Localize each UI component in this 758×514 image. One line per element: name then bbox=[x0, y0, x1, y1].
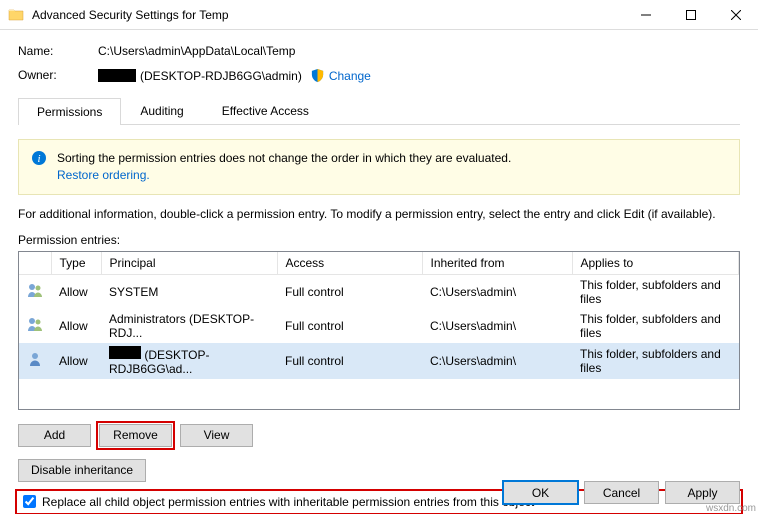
minimize-button[interactable] bbox=[623, 0, 668, 30]
tab-permissions[interactable]: Permissions bbox=[18, 98, 121, 125]
owner-value: (DESKTOP-RDJB6GG\admin) Change bbox=[98, 68, 740, 83]
col-principal[interactable]: Principal bbox=[101, 252, 277, 275]
cell-type: Allow bbox=[51, 309, 101, 343]
folder-icon bbox=[8, 7, 24, 23]
inheritance-row: Disable inheritance bbox=[18, 459, 740, 482]
table-row[interactable]: Allow (DESKTOP-RDJB6GG\ad...Full control… bbox=[19, 343, 739, 379]
cancel-button[interactable]: Cancel bbox=[584, 481, 659, 504]
owner-label: Owner: bbox=[18, 68, 98, 83]
table-buttons: Add Remove View bbox=[18, 424, 740, 447]
user-icon bbox=[27, 351, 43, 367]
table-row[interactable]: AllowAdministrators (DESKTOP-RDJ...Full … bbox=[19, 309, 739, 343]
cell-type: Allow bbox=[51, 343, 101, 379]
col-icon[interactable] bbox=[19, 252, 51, 275]
info-banner: i Sorting the permission entries does no… bbox=[18, 139, 740, 195]
col-applies[interactable]: Applies to bbox=[572, 252, 739, 275]
maximize-button[interactable] bbox=[668, 0, 713, 30]
banner-text: Sorting the permission entries does not … bbox=[57, 150, 511, 184]
replace-checkbox-label[interactable]: Replace all child object permission entr… bbox=[42, 495, 534, 509]
change-owner-link[interactable]: Change bbox=[329, 69, 371, 83]
cell-applies: This folder, subfolders and files bbox=[572, 343, 739, 379]
instruction-text: For additional information, double-click… bbox=[18, 207, 740, 221]
entries-label: Permission entries: bbox=[18, 233, 740, 247]
footer-buttons: OK Cancel Apply bbox=[503, 481, 740, 504]
owner-account: (DESKTOP-RDJB6GG\admin) bbox=[140, 69, 302, 83]
cell-type: Allow bbox=[51, 274, 101, 309]
apply-button[interactable]: Apply bbox=[665, 481, 740, 504]
permissions-table-container: Type Principal Access Inherited from App… bbox=[18, 251, 740, 410]
window-title: Advanced Security Settings for Temp bbox=[32, 8, 623, 22]
view-button[interactable]: View bbox=[180, 424, 253, 447]
replace-checkbox[interactable] bbox=[23, 495, 36, 508]
table-row[interactable]: AllowSYSTEMFull controlC:\Users\admin\Th… bbox=[19, 274, 739, 309]
permissions-table[interactable]: Type Principal Access Inherited from App… bbox=[19, 252, 739, 379]
cell-applies: This folder, subfolders and files bbox=[572, 309, 739, 343]
user-icon bbox=[27, 282, 43, 298]
cell-access: Full control bbox=[277, 309, 422, 343]
info-icon: i bbox=[31, 150, 47, 166]
cell-inherited: C:\Users\admin\ bbox=[422, 343, 572, 379]
user-icon bbox=[27, 316, 43, 332]
tab-effective-access[interactable]: Effective Access bbox=[203, 97, 328, 124]
add-button[interactable]: Add bbox=[18, 424, 91, 447]
tab-auditing[interactable]: Auditing bbox=[121, 97, 202, 124]
titlebar: Advanced Security Settings for Temp bbox=[0, 0, 758, 30]
window-controls bbox=[623, 0, 758, 30]
svg-text:i: i bbox=[37, 153, 40, 165]
remove-button[interactable]: Remove bbox=[99, 424, 172, 447]
name-label: Name: bbox=[18, 44, 98, 58]
cell-principal: Administrators (DESKTOP-RDJ... bbox=[101, 309, 277, 343]
shield-icon bbox=[310, 68, 325, 83]
header-section: Name: C:\Users\admin\AppData\Local\Temp … bbox=[18, 44, 740, 83]
disable-inheritance-button[interactable]: Disable inheritance bbox=[18, 459, 146, 482]
col-inherited[interactable]: Inherited from bbox=[422, 252, 572, 275]
tabs: Permissions Auditing Effective Access bbox=[18, 97, 740, 125]
cell-principal: SYSTEM bbox=[101, 274, 277, 309]
content-area: Name: C:\Users\admin\AppData\Local\Temp … bbox=[0, 30, 758, 512]
owner-redacted bbox=[98, 69, 136, 82]
name-value: C:\Users\admin\AppData\Local\Temp bbox=[98, 44, 740, 58]
col-type[interactable]: Type bbox=[51, 252, 101, 275]
cell-inherited: C:\Users\admin\ bbox=[422, 309, 572, 343]
ok-button[interactable]: OK bbox=[503, 481, 578, 504]
cell-access: Full control bbox=[277, 274, 422, 309]
cell-access: Full control bbox=[277, 343, 422, 379]
watermark: wsxdn.com bbox=[706, 503, 756, 514]
cell-applies: This folder, subfolders and files bbox=[572, 274, 739, 309]
restore-ordering-link[interactable]: Restore ordering. bbox=[57, 168, 150, 182]
col-access[interactable]: Access bbox=[277, 252, 422, 275]
close-button[interactable] bbox=[713, 0, 758, 30]
cell-principal: (DESKTOP-RDJB6GG\ad... bbox=[101, 343, 277, 379]
cell-inherited: C:\Users\admin\ bbox=[422, 274, 572, 309]
banner-message: Sorting the permission entries does not … bbox=[57, 150, 511, 167]
